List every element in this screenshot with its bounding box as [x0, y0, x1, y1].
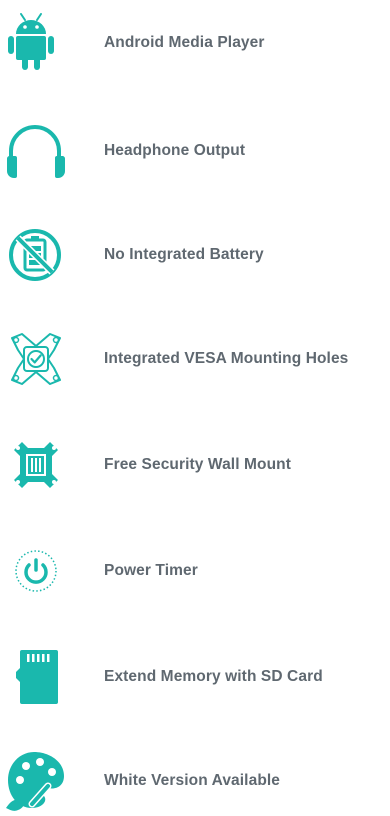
feature-label: Android Media Player — [104, 34, 265, 51]
feature-item-free-security-wall-mount: Free Security Wall Mount — [0, 430, 390, 500]
feature-item-headphone-output: Headphone Output — [0, 116, 390, 186]
palette-icon — [2, 746, 70, 816]
feature-item-power-timer: Power Timer — [0, 536, 390, 606]
feature-item-white-version-available: White Version Available — [0, 746, 390, 816]
feature-label: White Version Available — [104, 772, 281, 789]
sd-card-icon — [2, 642, 70, 712]
android-icon — [2, 8, 70, 78]
feature-label: Free Security Wall Mount — [104, 456, 291, 473]
feature-item-integrated-vesa-mounting-holes: Integrated VESA Mounting Holes — [0, 324, 390, 394]
feature-item-no-integrated-battery: No Integrated Battery — [0, 220, 390, 290]
vesa-mount-icon — [2, 324, 70, 394]
feature-item-android-media-player: Android Media Player — [0, 8, 390, 78]
feature-item-extend-memory-with-sd-card: Extend Memory with SD Card — [0, 642, 390, 712]
wall-mount-icon — [2, 430, 70, 500]
feature-label: No Integrated Battery — [104, 246, 264, 263]
feature-label: Power Timer — [104, 562, 198, 579]
feature-label: Integrated VESA Mounting Holes — [104, 350, 349, 367]
feature-label: Extend Memory with SD Card — [104, 668, 323, 685]
feature-list: Android Media Player Headphone Output No… — [0, 0, 390, 811]
feature-label: Headphone Output — [104, 142, 246, 159]
headphones-icon — [2, 116, 70, 186]
power-timer-icon — [2, 536, 70, 606]
no-battery-icon — [2, 220, 70, 290]
